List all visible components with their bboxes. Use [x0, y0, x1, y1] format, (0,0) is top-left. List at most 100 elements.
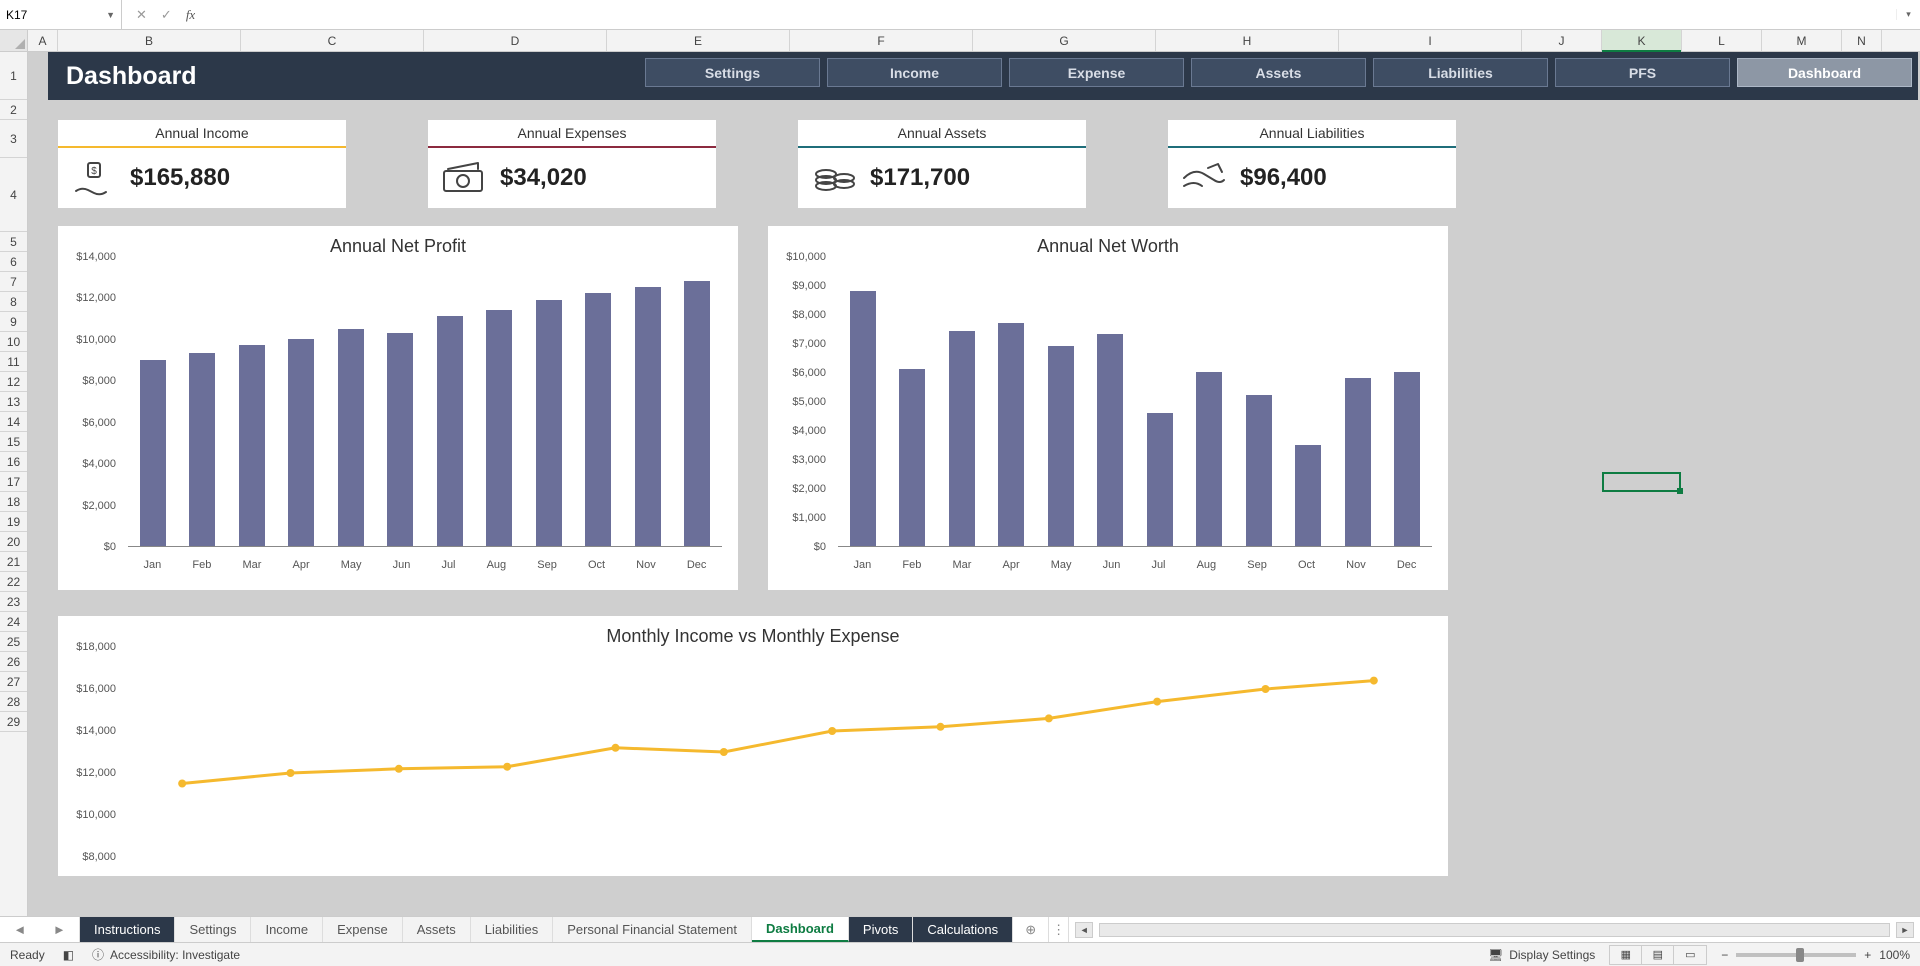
row-header-9[interactable]: 9 — [0, 312, 27, 332]
select-all-button[interactable] — [0, 30, 28, 51]
accessibility-status[interactable]: Accessibility: Investigate — [110, 948, 240, 962]
row-header-25[interactable]: 25 — [0, 632, 27, 652]
cancel-icon: ✕ — [136, 7, 147, 23]
row-header-27[interactable]: 27 — [0, 672, 27, 692]
row-header-14[interactable]: 14 — [0, 412, 27, 432]
nav-button-settings[interactable]: Settings — [645, 58, 820, 87]
column-header-M[interactable]: M — [1762, 30, 1842, 51]
row-header-6[interactable]: 6 — [0, 252, 27, 272]
name-box-input[interactable] — [6, 8, 96, 22]
row-header-28[interactable]: 28 — [0, 692, 27, 712]
name-box[interactable]: ▼ — [0, 0, 122, 29]
view-page-layout-icon[interactable]: ▤ — [1642, 946, 1674, 964]
sheet-tab-calculations[interactable]: Calculations — [913, 917, 1013, 942]
zoom-level[interactable]: 100% — [1879, 948, 1910, 962]
sheet-tab-liabilities[interactable]: Liabilities — [471, 917, 553, 942]
sheet-tab-expense[interactable]: Expense — [323, 917, 403, 942]
column-header-K[interactable]: K — [1602, 30, 1682, 51]
row-header-19[interactable]: 19 — [0, 512, 27, 532]
formula-input[interactable] — [209, 0, 1896, 29]
row-header-17[interactable]: 17 — [0, 472, 27, 492]
view-normal-icon[interactable]: ▦ — [1610, 946, 1642, 964]
zoom-in-icon[interactable]: + — [1864, 948, 1871, 962]
tab-first-icon[interactable]: ◄ — [13, 922, 26, 937]
new-sheet-button[interactable]: ⊕ — [1013, 917, 1049, 942]
name-box-dropdown-icon[interactable]: ▼ — [106, 10, 115, 20]
tab-prev-icon[interactable]: ► — [53, 922, 66, 937]
bar-aug — [486, 310, 512, 546]
column-header-I[interactable]: I — [1339, 30, 1522, 51]
sheet-tab-personal-financial-statement[interactable]: Personal Financial Statement — [553, 917, 752, 942]
accessibility-check-icon[interactable]: ⓘ — [92, 946, 104, 963]
insert-function-icon[interactable]: fx — [186, 7, 195, 23]
row-header-13[interactable]: 13 — [0, 392, 27, 412]
row-header-29[interactable]: 29 — [0, 712, 27, 732]
row-header-5[interactable]: 5 — [0, 232, 27, 252]
row-header-23[interactable]: 23 — [0, 592, 27, 612]
nav-button-dashboard[interactable]: Dashboard — [1737, 58, 1912, 87]
row-header-24[interactable]: 24 — [0, 612, 27, 632]
scroll-track[interactable] — [1099, 923, 1890, 937]
nav-button-assets[interactable]: Assets — [1191, 58, 1366, 87]
zoom-out-icon[interactable]: − — [1721, 948, 1728, 962]
chart-annual-net-worth[interactable]: Annual Net Worth $10,000$9,000$8,000$7,0… — [768, 226, 1448, 590]
sheet-tab-settings[interactable]: Settings — [175, 917, 251, 942]
row-header-22[interactable]: 22 — [0, 572, 27, 592]
nav-button-income[interactable]: Income — [827, 58, 1002, 87]
chart-income-vs-expense[interactable]: Monthly Income vs Monthly Expense $18,00… — [58, 616, 1448, 876]
tab-nav-arrows[interactable]: ◄ ► — [0, 917, 80, 942]
column-header-N[interactable]: N — [1842, 30, 1882, 51]
sheet-tab-income[interactable]: Income — [251, 917, 323, 942]
display-settings-icon[interactable]: 🖥 — [1488, 948, 1503, 962]
column-header-A[interactable]: A — [28, 30, 58, 51]
column-header-B[interactable]: B — [58, 30, 241, 51]
zoom-slider[interactable] — [1736, 953, 1856, 957]
row-header-10[interactable]: 10 — [0, 332, 27, 352]
column-header-G[interactable]: G — [973, 30, 1156, 51]
row-header-26[interactable]: 26 — [0, 652, 27, 672]
chart-annual-net-profit[interactable]: Annual Net Profit $14,000$12,000$10,000$… — [58, 226, 738, 590]
nav-button-expense[interactable]: Expense — [1009, 58, 1184, 87]
row-header-8[interactable]: 8 — [0, 292, 27, 312]
column-header-C[interactable]: C — [241, 30, 424, 51]
display-settings-label[interactable]: Display Settings — [1509, 948, 1595, 962]
macro-record-icon[interactable]: ◧ — [63, 948, 74, 962]
row-header-20[interactable]: 20 — [0, 532, 27, 552]
row-header-4[interactable]: 4 — [0, 158, 27, 232]
column-header-J[interactable]: J — [1522, 30, 1602, 51]
row-header-7[interactable]: 7 — [0, 272, 27, 292]
horizontal-scrollbar[interactable]: ◄ ► — [1069, 917, 1920, 942]
column-header-D[interactable]: D — [424, 30, 607, 51]
column-header-H[interactable]: H — [1156, 30, 1339, 51]
y-tick: $4,000 — [792, 425, 826, 437]
column-header-E[interactable]: E — [607, 30, 790, 51]
nav-button-liabilities[interactable]: Liabilities — [1373, 58, 1548, 87]
worksheet-grid[interactable]: Dashboard SettingsIncomeExpenseAssetsLia… — [28, 52, 1920, 916]
column-header-L[interactable]: L — [1682, 30, 1762, 51]
row-header-2[interactable]: 2 — [0, 100, 27, 120]
row-header-18[interactable]: 18 — [0, 492, 27, 512]
nav-button-pfs[interactable]: PFS — [1555, 58, 1730, 87]
view-page-break-icon[interactable]: ▭ — [1674, 946, 1706, 964]
sheet-tab-assets[interactable]: Assets — [403, 917, 471, 942]
row-header-1[interactable]: 1 — [0, 52, 27, 100]
liab-icon — [1168, 158, 1240, 198]
sheet-tab-dashboard[interactable]: Dashboard — [752, 917, 849, 942]
y-tick: $0 — [104, 541, 116, 553]
scroll-left-icon[interactable]: ◄ — [1075, 922, 1093, 938]
sheet-tab-instructions[interactable]: Instructions — [80, 917, 175, 942]
sheet-tab-pivots[interactable]: Pivots — [849, 917, 913, 942]
row-header-3[interactable]: 3 — [0, 120, 27, 158]
row-header-16[interactable]: 16 — [0, 452, 27, 472]
x-label: Sep — [537, 559, 557, 571]
expand-formula-bar-icon[interactable]: ▾ — [1896, 9, 1920, 20]
row-header-21[interactable]: 21 — [0, 552, 27, 572]
y-tick: $2,000 — [82, 500, 116, 512]
row-header-12[interactable]: 12 — [0, 372, 27, 392]
tab-split-icon[interactable]: ⋮ — [1049, 917, 1069, 942]
row-header-15[interactable]: 15 — [0, 432, 27, 452]
column-header-F[interactable]: F — [790, 30, 973, 51]
scroll-right-icon[interactable]: ► — [1896, 922, 1914, 938]
row-header-11[interactable]: 11 — [0, 352, 27, 372]
bar-jul — [1147, 413, 1173, 546]
